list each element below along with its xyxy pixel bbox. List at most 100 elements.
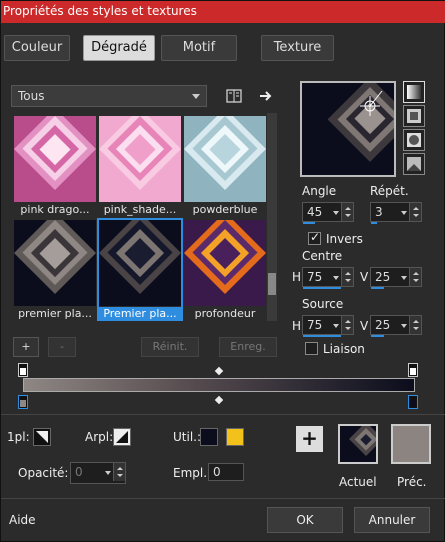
background-plane-swatch[interactable] (113, 428, 131, 446)
opacity-stop-swatch (20, 368, 26, 375)
center-v-value: 25 (375, 270, 391, 284)
gradient-preview-image (14, 116, 96, 202)
link-checkbox[interactable] (305, 342, 318, 355)
gradient-thumbnail[interactable]: premier pla... (14, 220, 96, 321)
source-h-label: H (292, 319, 302, 333)
library-icon[interactable] (223, 85, 245, 107)
gradient-preview[interactable] (300, 81, 396, 177)
category-dropdown[interactable]: Tous (11, 85, 207, 107)
chevron-down-icon[interactable] (399, 268, 409, 286)
previous-swatch[interactable] (391, 424, 431, 464)
save-preset-button[interactable]: Enreg. (219, 337, 277, 357)
spin-arrows-icon[interactable] (341, 203, 353, 221)
color-stop-end[interactable] (408, 395, 418, 409)
chevron-down-icon[interactable] (399, 203, 409, 221)
gradient-bar[interactable] (23, 378, 415, 392)
invert-checkbox[interactable] (308, 230, 321, 245)
opacity-stop-swatch (410, 368, 416, 375)
angle-slider-bar[interactable] (303, 222, 315, 224)
current-label: Actuel (339, 475, 377, 489)
center-h-value: 75 (307, 270, 323, 284)
color-stop-swatch (20, 400, 26, 407)
tab-degrade[interactable]: Dégradé (83, 35, 155, 61)
current-swatch[interactable] (338, 421, 383, 464)
opacity-input[interactable]: 0 (70, 462, 126, 484)
remove-stop-button[interactable]: - (48, 337, 76, 357)
cancel-button[interactable]: Annuler (354, 507, 430, 533)
gradient-thumbnail[interactable]: pink_shade... (99, 116, 181, 219)
chevron-down-icon[interactable] (399, 316, 409, 334)
source-h-input[interactable]: 75 (302, 315, 354, 337)
opacity-stop-end[interactable] (408, 363, 418, 377)
angle-label: Angle (302, 184, 337, 198)
angle-value: 45 (307, 205, 323, 219)
window-title: Propriétés des styles et textures (1, 1, 445, 23)
thumbnail-label: pink_shade... (103, 203, 177, 216)
opacity-midpoint[interactable] (214, 366, 224, 376)
center-label: Centre (302, 249, 343, 263)
tab-texture[interactable]: Texture (261, 35, 334, 61)
chevron-down-icon[interactable] (331, 268, 341, 286)
gradient-preview-image (184, 116, 266, 202)
thumbnail-scrollbar[interactable] (267, 113, 277, 321)
center-v-slider-bar[interactable] (371, 287, 384, 289)
center-h-slider-bar[interactable] (303, 287, 341, 289)
add-swatch-button[interactable]: + (296, 426, 323, 452)
first-plane-label: 1pl: (7, 430, 30, 444)
color-stop-start[interactable] (18, 395, 28, 409)
chevron-down-icon[interactable] (103, 463, 113, 481)
tab-couleur[interactable]: Couleur (4, 35, 70, 61)
center-h-input[interactable]: 75 (302, 267, 354, 289)
gradient-thumbnail[interactable]: pink drago... (14, 116, 96, 219)
source-v-slider-bar[interactable] (371, 335, 384, 337)
gradient-thumbnail-grid: pink drago... pink_shade... powderblue p… (11, 113, 266, 321)
source-h-slider-bar[interactable] (303, 335, 341, 337)
util-label: Util.: (173, 430, 202, 444)
center-h-label: H (292, 270, 302, 284)
placement-input[interactable]: 0 (208, 463, 244, 481)
linear-gradient-button[interactable] (403, 81, 425, 103)
thumbnail-label: premier pla... (18, 307, 92, 320)
scrollbar-thumb[interactable] (268, 273, 276, 295)
spin-arrows-icon[interactable] (341, 316, 353, 334)
rectangular-gradient-button[interactable] (403, 105, 425, 127)
add-stop-button[interactable]: + (13, 337, 39, 357)
spin-arrows-icon[interactable] (409, 203, 421, 221)
repeat-slider-bar[interactable] (371, 222, 377, 224)
color-midpoint[interactable] (214, 395, 224, 405)
first-plane-swatch[interactable] (33, 428, 51, 446)
gradient-preview-image (14, 220, 96, 306)
repeat-label: Répét. (370, 184, 409, 198)
gradient-thumbnail[interactable]: profondeur (184, 220, 266, 321)
spin-arrows-icon[interactable] (341, 268, 353, 286)
opacity-label: Opacité: (18, 466, 69, 480)
help-link[interactable]: Aide (9, 513, 36, 527)
spin-arrows-icon[interactable] (409, 268, 421, 286)
util-dark-swatch[interactable] (200, 428, 218, 446)
spin-arrows-icon[interactable] (409, 316, 421, 334)
source-label: Source (302, 297, 344, 311)
gradient-thumbnail-selected[interactable]: Premier pla... (97, 218, 183, 321)
angle-input[interactable]: 45 (302, 202, 354, 224)
chevron-down-icon[interactable] (331, 203, 341, 221)
radial-gradient-button[interactable] (403, 153, 425, 175)
arrow-right-icon[interactable] (255, 85, 277, 107)
repeat-value: 3 (375, 205, 383, 219)
center-v-input[interactable]: 25 (370, 267, 422, 289)
repeat-input[interactable]: 3 (370, 202, 422, 224)
source-v-value: 25 (375, 318, 391, 332)
source-v-input[interactable]: 25 (370, 315, 422, 337)
chevron-down-icon[interactable] (331, 316, 341, 334)
util-gold-swatch[interactable] (226, 428, 244, 446)
opacity-value: 0 (75, 465, 83, 479)
divider (1, 414, 445, 415)
ok-button[interactable]: OK (267, 507, 343, 533)
gradient-preview-image (184, 220, 266, 306)
spin-arrows-icon[interactable] (113, 463, 125, 481)
gradient-thumbnail[interactable]: powderblue (184, 116, 266, 219)
placement-label: Empl.: (173, 466, 212, 480)
sunburst-gradient-button[interactable] (403, 129, 425, 151)
reset-button[interactable]: Réinit. (141, 337, 199, 357)
opacity-stop-start[interactable] (18, 363, 28, 377)
tab-motif[interactable]: Motif (161, 35, 237, 61)
